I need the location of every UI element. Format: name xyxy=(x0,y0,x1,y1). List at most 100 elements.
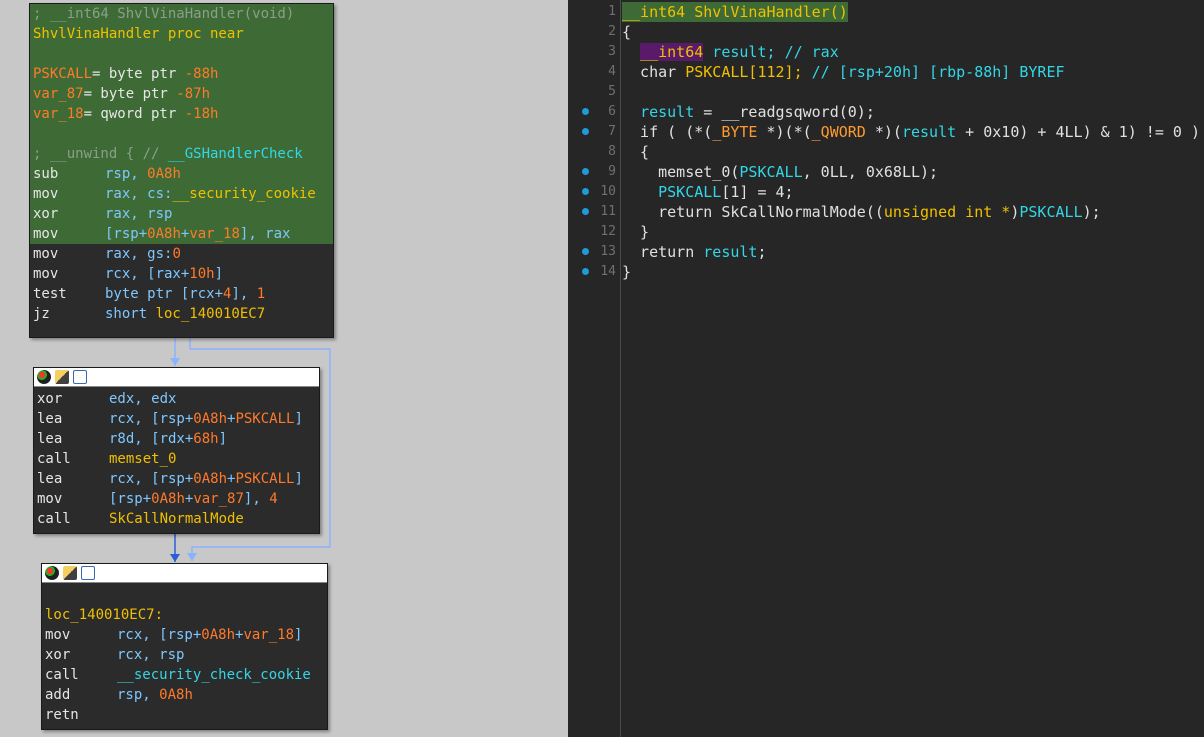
edit-name-icon[interactable] xyxy=(55,370,69,384)
pseudocode-line[interactable]: 9 memset_0(PSKCALL, 0LL, 0x68LL); xyxy=(568,162,1204,182)
code-token[interactable]: rax, rsp xyxy=(105,206,172,222)
asm-line[interactable]: lea r8d, [rdx+68h] xyxy=(34,429,319,449)
pseudocode-text[interactable]: memset_0(PSKCALL, 0LL, 0x68LL); xyxy=(622,162,938,182)
code-token[interactable]: } xyxy=(622,263,631,281)
pseudocode-text[interactable]: { xyxy=(622,142,649,162)
code-token[interactable]: PSKCALL xyxy=(658,183,721,201)
asm-mnemonic[interactable]: mov xyxy=(33,224,105,244)
code-token[interactable]: rcx, [rsp+ xyxy=(117,627,201,643)
code-token[interactable]: rcx, rsp xyxy=(117,647,184,663)
pseudocode-line[interactable]: 5 xyxy=(568,82,1204,102)
code-token[interactable]: r8d, [rdx+ xyxy=(109,431,193,447)
code-token[interactable]: rcx, [rsp+ xyxy=(109,411,193,427)
code-token[interactable]: *)( xyxy=(866,123,902,141)
code-token[interactable]: loc_140010EC7: xyxy=(45,607,163,623)
code-token[interactable]: = byte ptr xyxy=(92,66,185,82)
pseudocode-line[interactable]: 12 } xyxy=(568,222,1204,242)
code-token[interactable]: ] xyxy=(294,411,302,427)
code-token[interactable]: 0A8h xyxy=(147,226,181,242)
code-token[interactable]: ] xyxy=(219,431,227,447)
code-token[interactable]: 10h xyxy=(189,266,214,282)
breakpoint-dot-icon[interactable] xyxy=(582,128,589,135)
asm-line[interactable]: lea rcx, [rsp+0A8h+PSKCALL] xyxy=(34,409,319,429)
code-token[interactable]: { xyxy=(622,143,649,161)
code-token[interactable]: var_87 xyxy=(193,491,244,507)
asm-line[interactable]: var_87= byte ptr -87h xyxy=(30,84,333,104)
pseudocode-view[interactable]: 1 __int64 ShvlVinaHandler() 2{3 __int64 re… xyxy=(568,0,1204,737)
asm-line[interactable]: ; __int64 ShvlVinaHandler(void) xyxy=(30,4,333,24)
asm-mnemonic[interactable]: test xyxy=(33,284,105,304)
code-token[interactable] xyxy=(622,183,658,201)
code-token[interactable]: result xyxy=(640,103,694,121)
code-token[interactable]: PSKCALL xyxy=(33,66,92,82)
pseudocode-text[interactable]: return SkCallNormalMode((unsigned int *)… xyxy=(622,202,1101,222)
asm-line[interactable]: mov rax, cs:__security_cookie xyxy=(30,184,333,204)
code-token[interactable]: = qword ptr xyxy=(84,106,185,122)
pseudocode-text[interactable]: if ( (*(_BYTE *)(*(_QWORD *)(result + 0x… xyxy=(622,122,1200,142)
pseudocode-line[interactable]: 3 __int64 result; // rax xyxy=(568,42,1204,62)
pseudocode-text[interactable]: } xyxy=(622,222,649,242)
asm-mnemonic[interactable]: jz xyxy=(33,304,105,324)
code-token[interactable]: *)(*( xyxy=(757,123,811,141)
breakpoint-dot-icon[interactable] xyxy=(582,108,589,115)
code-token[interactable]: var_18 xyxy=(189,226,240,242)
code-token[interactable]: ShvlVinaHandler proc near xyxy=(33,26,244,42)
code-token[interactable]: __GSHandlerCheck xyxy=(168,146,303,162)
code-token[interactable]: ; __int64 ShvlVinaHandler(void) xyxy=(33,6,294,22)
code-token[interactable]: memset_0( xyxy=(622,163,739,181)
code-token[interactable]: return xyxy=(622,243,703,261)
code-token[interactable]: 0 xyxy=(172,246,180,262)
code-token[interactable]: _QWORD xyxy=(812,123,866,141)
code-token[interactable]: [rsp+ xyxy=(105,226,147,242)
pseudocode-text[interactable]: { xyxy=(622,22,631,42)
code-token[interactable]: // rax xyxy=(785,43,839,61)
graph-overview-icon[interactable] xyxy=(81,566,95,580)
code-token[interactable]: 4 xyxy=(269,491,277,507)
code-token[interactable]: 0A8h xyxy=(147,166,181,182)
asm-mnemonic[interactable]: xor xyxy=(37,389,109,409)
pseudocode-line[interactable]: 11 return SkCallNormalMode((unsigned int… xyxy=(568,202,1204,222)
asm-line[interactable] xyxy=(30,44,333,64)
code-token[interactable]: ; xyxy=(757,243,766,261)
asm-mnemonic[interactable]: lea xyxy=(37,469,109,489)
asm-mnemonic[interactable]: mov xyxy=(33,244,105,264)
code-token[interactable]: 0A8h xyxy=(201,627,235,643)
code-token[interactable]: 0A8h xyxy=(193,411,227,427)
asm-line[interactable]: test byte ptr [rcx+4], 1 xyxy=(30,284,333,304)
pseudocode-text[interactable]: result = __readgsqword(0); xyxy=(622,102,875,122)
color-palette-icon[interactable] xyxy=(45,566,59,580)
code-token[interactable]: } xyxy=(622,223,649,241)
code-token[interactable]: ], xyxy=(244,491,269,507)
pseudocode-line[interactable]: 13 return result; xyxy=(568,242,1204,262)
code-token[interactable]: __int64 xyxy=(640,43,704,61)
pseudocode-line[interactable]: 1 __int64 ShvlVinaHandler() xyxy=(568,2,1204,22)
code-token[interactable] xyxy=(622,103,640,121)
code-block-entry[interactable]: ; __int64 ShvlVinaHandler(void) ShvlVinaH… xyxy=(29,3,334,338)
code-block-true-branch[interactable]: xor edx, edx lea rcx, [rsp+0A8h+PSKCALL] lea… xyxy=(33,367,320,534)
asm-mnemonic[interactable]: call xyxy=(45,665,117,685)
code-token[interactable]: ] xyxy=(294,627,302,643)
asm-line[interactable]: call memset_0 xyxy=(34,449,319,469)
code-token[interactable]: -87h xyxy=(176,86,210,102)
code-token[interactable]: rcx, [rsp+ xyxy=(109,471,193,487)
code-token[interactable]: [rsp+ xyxy=(109,491,151,507)
code-token[interactable]: rcx, [rax+ xyxy=(105,266,189,282)
breakpoint-dot-icon[interactable] xyxy=(582,268,589,275)
asm-line[interactable]: ShvlVinaHandler proc near xyxy=(30,24,333,44)
code-token[interactable]: + 0x10) + 4LL) & 1) != 0 ) xyxy=(956,123,1200,141)
code-token[interactable]: memset_0 xyxy=(109,451,176,467)
asm-line[interactable]: call __security_check_cookie xyxy=(42,665,327,685)
pseudocode-line[interactable]: 14} xyxy=(568,262,1204,282)
asm-mnemonic[interactable]: sub xyxy=(33,164,105,184)
asm-line[interactable]: sub rsp, 0A8h xyxy=(30,164,333,184)
code-token[interactable]: rsp, xyxy=(105,166,147,182)
code-token[interactable]: ], rax xyxy=(240,226,291,242)
code-token[interactable]: [1] = 4; xyxy=(721,183,793,201)
code-token[interactable]: PSKCALL[112]; xyxy=(685,63,811,81)
asm-line[interactable] xyxy=(30,124,333,144)
pseudocode-text[interactable]: PSKCALL[1] = 4; xyxy=(622,182,793,202)
code-token[interactable]: PSKCALL xyxy=(1019,203,1082,221)
asm-line[interactable]: PSKCALL= byte ptr -88h xyxy=(30,64,333,84)
pseudocode-line[interactable]: 4 char PSKCALL[112]; // [rsp+20h] [rbp-8… xyxy=(568,62,1204,82)
pseudocode-line[interactable]: 8 { xyxy=(568,142,1204,162)
